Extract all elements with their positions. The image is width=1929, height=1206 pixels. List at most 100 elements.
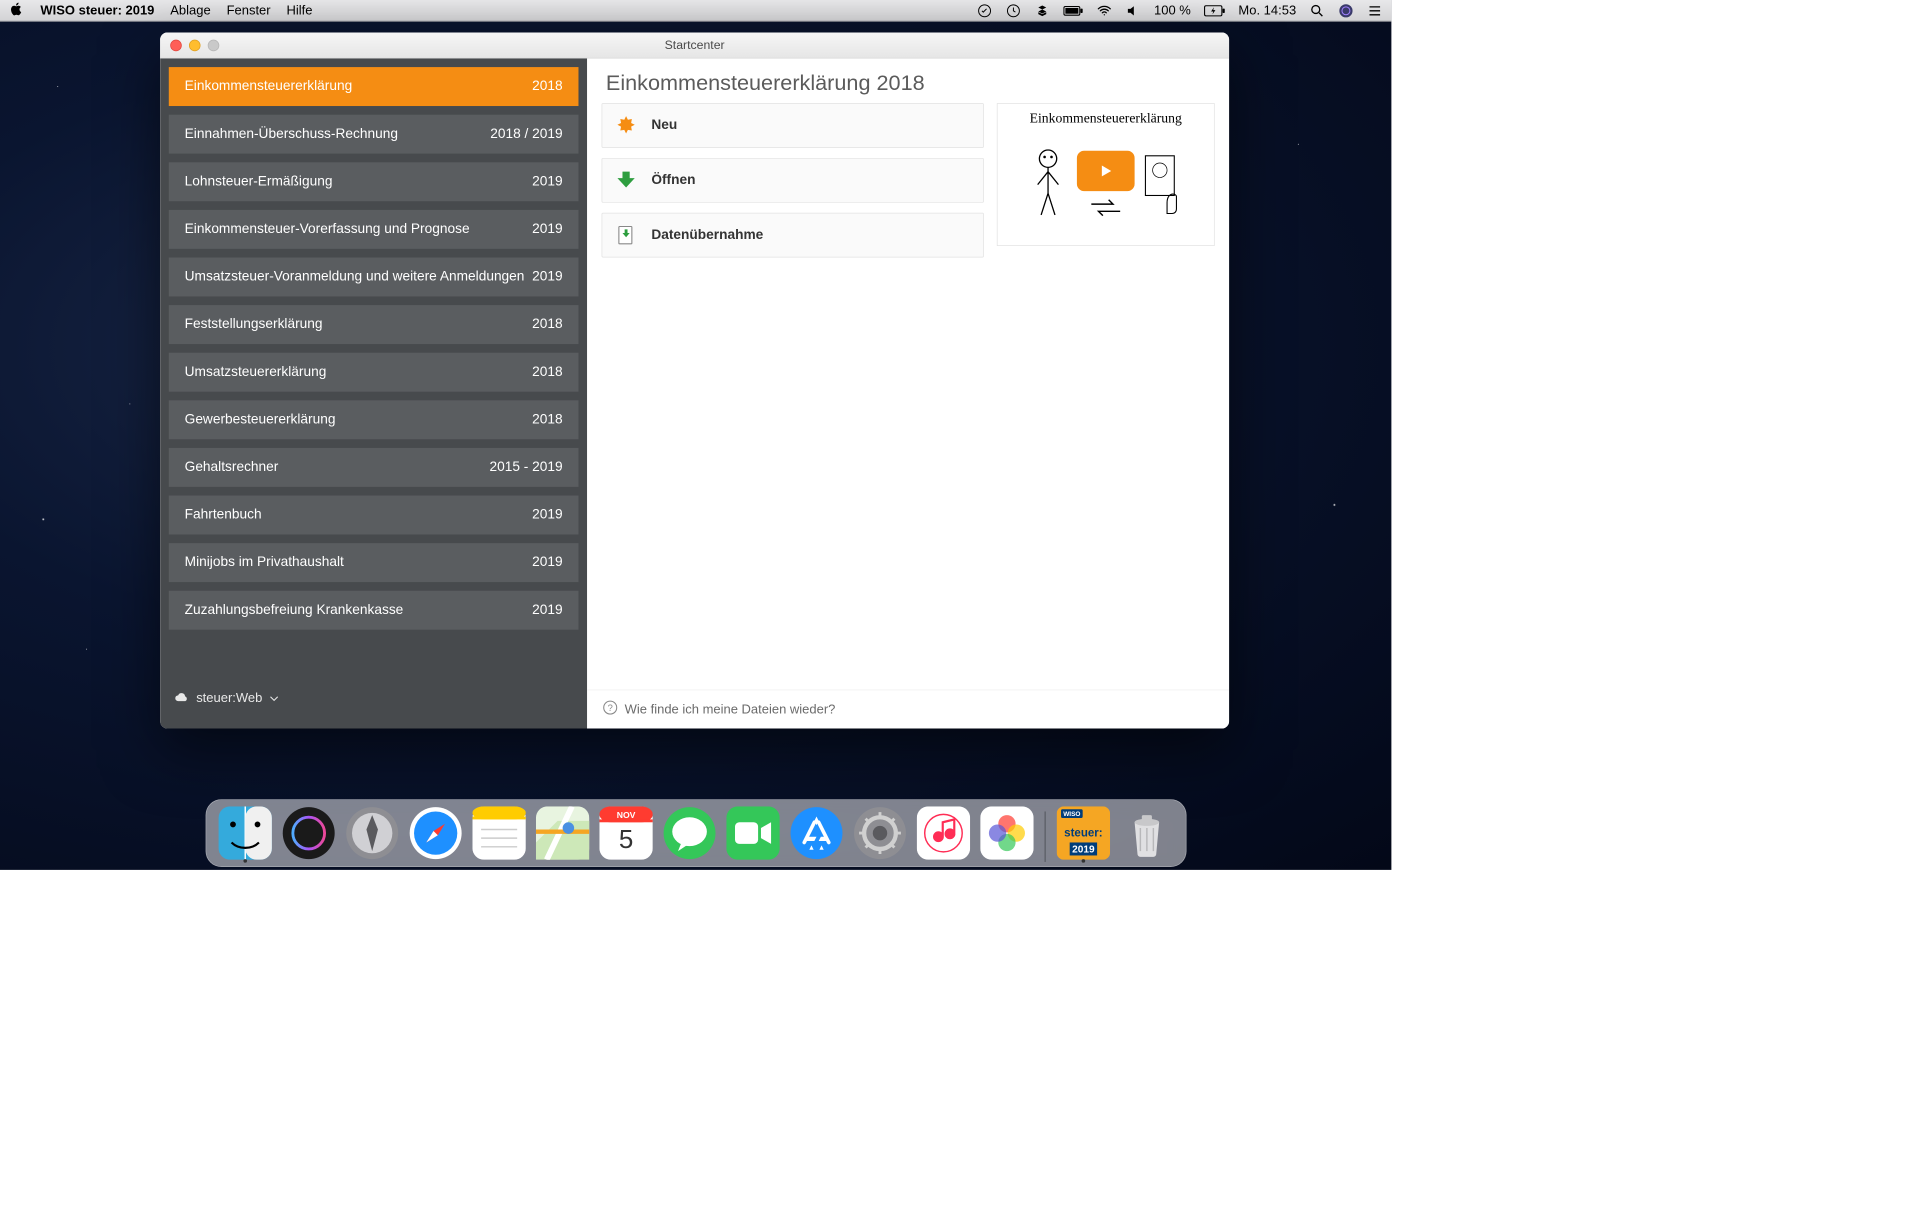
dock-trash[interactable]	[1118, 804, 1176, 862]
sidebar-footer-label: steuer:Web	[196, 690, 262, 705]
page-title: Einkommensteuererklärung 2018	[606, 71, 1210, 96]
sidebar-item-year: 2019	[532, 174, 562, 190]
menubar-item-hilfe[interactable]: Hilfe	[286, 3, 312, 18]
spotlight-icon[interactable]	[1309, 3, 1325, 19]
window-startcenter: Startcenter Einkommensteuererklärung 201…	[160, 32, 1229, 728]
main-content: Einkommensteuererklärung 2018 Neu Öffnen	[587, 58, 1229, 728]
sidebar-item-year: 2018	[532, 364, 562, 380]
dock-finder[interactable]	[216, 804, 274, 862]
titlebar[interactable]: Startcenter	[160, 32, 1229, 58]
sidebar-item-minijobs[interactable]: Minijobs im Privathaushalt 2019	[169, 543, 579, 582]
siri-menubar-icon[interactable]	[1338, 3, 1354, 19]
dock-maps[interactable]	[533, 804, 591, 862]
sidebar-item-year: 2018	[532, 79, 562, 95]
dock-siri[interactable]	[280, 804, 338, 862]
action-open[interactable]: Öffnen	[602, 158, 984, 203]
sidebar-item-gehaltsrechner[interactable]: Gehaltsrechner 2015 - 2019	[169, 448, 579, 487]
sidebar-item-year: 2015 - 2019	[489, 459, 562, 475]
sidebar-item-label: Einnahmen-Überschuss-Rechnung	[185, 126, 398, 142]
dock-music[interactable]	[914, 804, 972, 862]
play-button[interactable]	[1077, 151, 1135, 191]
sidebar-item-ustva[interactable]: Umsatzsteuer-Voranmeldung und weitere An…	[169, 258, 579, 297]
dock-calendar[interactable]: NOV 5	[597, 804, 655, 862]
sidebar-item-label: Einkommensteuererklärung	[185, 79, 353, 95]
svg-text:steuer:: steuer:	[1064, 828, 1102, 840]
svg-text:2019: 2019	[1072, 845, 1095, 856]
window-title: Startcenter	[160, 38, 1229, 52]
sidebar-item-label: Zuzahlungsbefreiung Krankenkasse	[185, 602, 404, 618]
dock-photos[interactable]	[978, 804, 1036, 862]
apple-menu-icon[interactable]	[9, 0, 25, 20]
sidebar-item-label: Feststellungserklärung	[185, 317, 323, 333]
sidebar-item-lohnsteuer[interactable]: Lohnsteuer-Ermäßigung 2019	[169, 162, 579, 201]
sidebar-item-year: 2019	[532, 507, 562, 523]
dropbox-icon[interactable]	[1034, 3, 1050, 19]
volume-icon[interactable]	[1125, 3, 1141, 19]
sidebar-item-umsatzsteuer[interactable]: Umsatzsteuererklärung 2018	[169, 353, 579, 392]
sidebar-item-label: Lohnsteuer-Ermäßigung	[185, 174, 333, 190]
action-label: Datenübernahme	[651, 227, 763, 243]
wifi-icon[interactable]	[1096, 3, 1112, 19]
dock-wiso[interactable]: WISO steuer: 2019	[1054, 804, 1112, 862]
sidebar-item-eur[interactable]: Einnahmen-Überschuss-Rechnung 2018 / 201…	[169, 115, 579, 154]
dock-notes[interactable]	[470, 804, 528, 862]
sidebar-item-year: 2018 / 2019	[490, 126, 562, 142]
sidebar-item-label: Gewerbesteuererklärung	[185, 412, 336, 428]
sidebar-item-label: Minijobs im Privathaushalt	[185, 555, 344, 571]
cloud-icon	[175, 690, 189, 705]
help-text: Wie finde ich meine Dateien wieder?	[625, 702, 836, 717]
sidebar-footer-steuerweb[interactable]: steuer:Web	[169, 683, 579, 720]
svg-text:NOV: NOV	[616, 810, 635, 820]
sidebar-item-label: Einkommensteuer-Vorerfassung und Prognos…	[185, 221, 470, 237]
dock-separator	[1044, 811, 1045, 861]
sidebar-item-year: 2019	[532, 221, 562, 237]
notification-center-icon[interactable]	[1367, 3, 1383, 19]
svg-text:5: 5	[619, 824, 633, 854]
promo-title: Einkommensteuererklärung	[1030, 111, 1182, 127]
dock-appstore[interactable]	[787, 804, 845, 862]
arrow-down-icon	[615, 170, 637, 192]
action-label: Öffnen	[651, 172, 695, 188]
sidebar-item-label: Umsatzsteuer-Voranmeldung und weitere An…	[185, 269, 525, 285]
dock-launchpad[interactable]	[343, 804, 401, 862]
sidebar-item-label: Umsatzsteuererklärung	[185, 364, 327, 380]
battery-percent: 100 %	[1154, 3, 1191, 18]
chevron-down-icon	[270, 690, 279, 705]
dock-safari[interactable]	[406, 804, 464, 862]
sidebar-item-vorerfassung[interactable]: Einkommensteuer-Vorerfassung und Prognos…	[169, 210, 579, 249]
dock-messages[interactable]	[660, 804, 718, 862]
sidebar-item-fahrtenbuch[interactable]: Fahrtenbuch 2019	[169, 496, 579, 535]
charging-icon	[1204, 4, 1226, 17]
promo-card[interactable]: Einkommensteuererklärung	[997, 103, 1215, 246]
sidebar-item-feststellung[interactable]: Feststellungserklärung 2018	[169, 305, 579, 344]
document-import-icon	[615, 224, 637, 246]
dock: NOV 5 WISO steuer: 2019	[205, 799, 1186, 867]
svg-text:WISO: WISO	[1063, 811, 1080, 818]
battery-icon[interactable]	[1063, 5, 1083, 17]
sidebar-item-year: 2019	[532, 602, 562, 618]
sidebar-item-year: 2019	[532, 555, 562, 571]
menubar-clock[interactable]: Mo. 14:53	[1238, 3, 1296, 18]
sidebar: Einkommensteuererklärung 2018 Einnahmen-…	[160, 58, 587, 728]
sidebar-item-gewerbesteuer[interactable]: Gewerbesteuererklärung 2018	[169, 400, 579, 439]
sidebar-item-year: 2019	[532, 269, 562, 285]
dock-facetime[interactable]	[724, 804, 782, 862]
menubar: WISO steuer: 2019 Ablage Fenster Hilfe 1…	[0, 0, 1391, 22]
menubar-app-name[interactable]: WISO steuer: 2019	[40, 3, 154, 18]
document-thumbsup-icon	[1142, 152, 1185, 217]
action-new[interactable]: Neu	[602, 103, 984, 148]
action-label: Neu	[651, 118, 677, 134]
arrow-swap-icon	[1088, 197, 1124, 219]
action-import[interactable]: Datenübernahme	[602, 213, 984, 258]
timemachine-icon[interactable]	[1005, 3, 1021, 19]
star-burst-icon	[615, 115, 637, 137]
help-icon: ?	[603, 700, 617, 718]
dock-settings[interactable]	[851, 804, 909, 862]
sidebar-item-einkommensteuer[interactable]: Einkommensteuererklärung 2018	[169, 67, 579, 106]
sync-icon[interactable]	[977, 3, 993, 19]
help-link[interactable]: ? Wie finde ich meine Dateien wieder?	[587, 690, 1229, 729]
menubar-item-ablage[interactable]: Ablage	[170, 3, 210, 18]
menubar-item-fenster[interactable]: Fenster	[227, 3, 271, 18]
svg-text:?: ?	[608, 703, 613, 713]
sidebar-item-zuzahlung[interactable]: Zuzahlungsbefreiung Krankenkasse 2019	[169, 591, 579, 630]
